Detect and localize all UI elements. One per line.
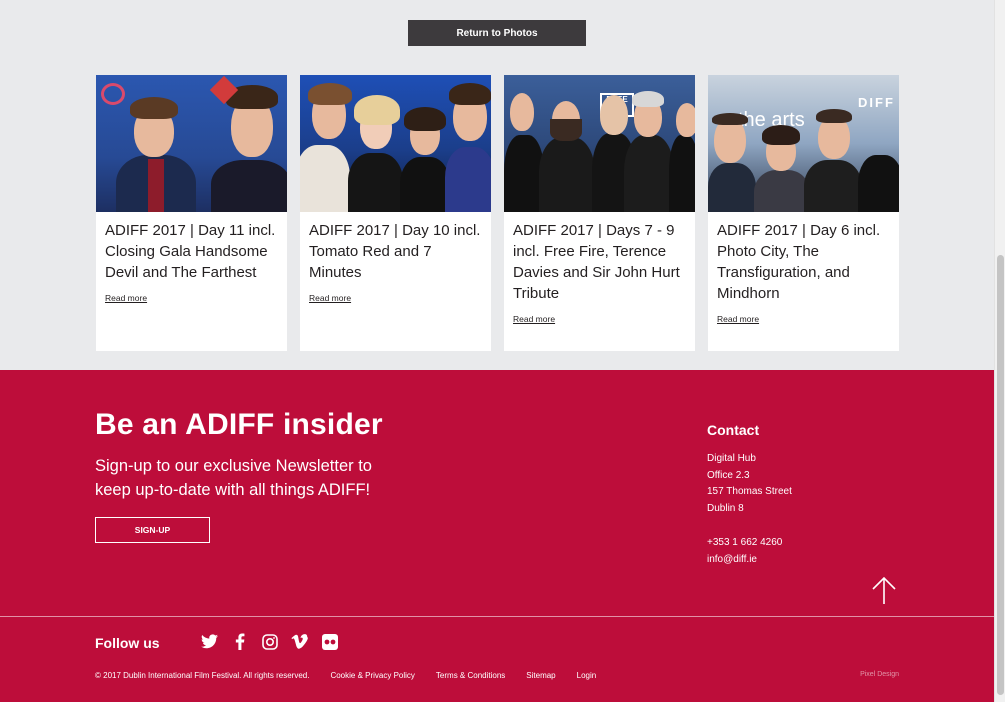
signup-button[interactable]: SIGN-UP xyxy=(95,517,210,543)
login-link[interactable]: Login xyxy=(577,671,597,680)
contact-address: Digital Hub Office 2.3 157 Thomas Street… xyxy=(707,451,792,517)
card-title[interactable]: ADIFF 2017 | Day 6 incl. Photo City, The… xyxy=(708,212,899,304)
address-line: 157 Thomas Street xyxy=(707,486,792,498)
page-scrollbar[interactable] xyxy=(994,0,1005,702)
address-line: Office 2.3 xyxy=(707,469,750,481)
card-photo[interactable]: the arts DIFF xyxy=(708,75,899,212)
contact-phone[interactable]: +353 1 662 4260 xyxy=(707,535,782,552)
return-to-photos-button[interactable]: Return to Photos xyxy=(408,20,586,46)
newsletter-subtext: Sign-up to our exclusive Newsletter to k… xyxy=(95,457,372,499)
twitter-icon[interactable] xyxy=(201,633,218,650)
sitemap-link[interactable]: Sitemap xyxy=(526,671,555,680)
instagram-icon[interactable] xyxy=(261,633,278,650)
legal-bar: © 2017 Dublin International Film Festiva… xyxy=(95,671,596,680)
read-more-link[interactable]: Read more xyxy=(717,314,759,324)
social-links xyxy=(201,633,338,650)
card-photo[interactable]: FREE FIRE xyxy=(504,75,695,212)
news-card[interactable]: ADIFF 2017 | Day 10 incl. Tomato Red and… xyxy=(300,75,491,351)
copyright-text: © 2017 Dublin International Film Festiva… xyxy=(95,671,310,680)
card-title[interactable]: ADIFF 2017 | Days 7 - 9 incl. Free Fire,… xyxy=(504,212,695,304)
design-credit[interactable]: Pixel Design xyxy=(860,671,899,678)
card-photo[interactable] xyxy=(96,75,287,212)
news-card[interactable]: the arts DIFF ADIFF 2017 | Day 6 incl. P… xyxy=(708,75,899,351)
follow-us-label: Follow us xyxy=(95,635,160,651)
read-more-link[interactable]: Read more xyxy=(105,293,147,303)
newsletter-heading: Be an ADIFF insider xyxy=(95,408,383,441)
card-photo[interactable] xyxy=(300,75,491,212)
card-title[interactable]: ADIFF 2017 | Day 10 incl. Tomato Red and… xyxy=(300,212,491,283)
card-title[interactable]: ADIFF 2017 | Day 11 incl. Closing Gala H… xyxy=(96,212,287,283)
address-line: Dublin 8 xyxy=(707,502,744,514)
news-card-list: ADIFF 2017 | Day 11 incl. Closing Gala H… xyxy=(96,75,899,351)
facebook-icon[interactable] xyxy=(231,633,248,650)
address-line: Digital Hub xyxy=(707,453,756,464)
scrollbar-thumb[interactable] xyxy=(997,255,1004,695)
contact-email[interactable]: info@diff.ie xyxy=(707,552,782,569)
terms-link[interactable]: Terms & Conditions xyxy=(436,671,505,680)
back-to-top-arrow-icon[interactable] xyxy=(871,576,897,605)
read-more-link[interactable]: Read more xyxy=(309,293,351,303)
news-card[interactable]: FREE FIRE ADIFF 2017 | Days 7 - 9 incl. … xyxy=(504,75,695,351)
cookie-privacy-link[interactable]: Cookie & Privacy Policy xyxy=(330,671,414,680)
contact-details: +353 1 662 4260 info@diff.ie xyxy=(707,535,782,568)
footer-divider xyxy=(0,616,994,617)
news-card[interactable]: ADIFF 2017 | Day 11 incl. Closing Gala H… xyxy=(96,75,287,351)
contact-heading: Contact xyxy=(707,422,760,438)
read-more-link[interactable]: Read more xyxy=(513,314,555,324)
vimeo-icon[interactable] xyxy=(291,633,308,650)
flickr-icon[interactable] xyxy=(321,633,338,650)
page: Return to Photos ADIFF 2017 | Day 11 inc… xyxy=(0,0,994,702)
site-footer: Be an ADIFF insider Sign-up to our exclu… xyxy=(0,370,994,702)
